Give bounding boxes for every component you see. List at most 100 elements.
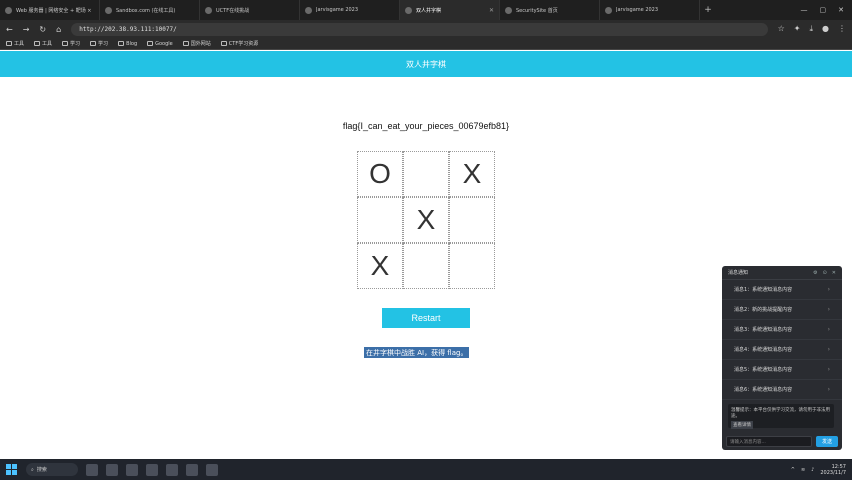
browser-tab[interactable]: Sandbox.com (在线工具)	[100, 0, 200, 20]
bookmark-folder[interactable]: 工具	[34, 40, 52, 47]
tab-title: SecuritySite 首页	[516, 7, 558, 14]
back-arrow-icon[interactable]: ←	[6, 25, 13, 34]
tab-title: Jarvisgame 2023	[616, 7, 659, 13]
profile-icon[interactable]: ●	[822, 24, 829, 34]
maximize-icon[interactable]: ▢	[820, 6, 827, 14]
taskbar: ⌕ 搜索 ^ ≋ ♪ 12:57 2023/11/7	[0, 459, 852, 480]
bookmark-folder[interactable]: 学习	[90, 40, 108, 47]
panel-list-item[interactable]: 消息3：系统通知消息内容 ›	[722, 320, 842, 340]
board-cell[interactable]: O	[357, 151, 403, 197]
menu-icon[interactable]: ⋮	[838, 24, 846, 34]
extensions-icon[interactable]: ✦	[794, 24, 801, 34]
bookmark-label: Blog	[126, 40, 138, 47]
browser-tab[interactable]: SecuritySite 首页	[500, 0, 600, 20]
page-title: 双人井字棋	[406, 59, 446, 69]
home-icon[interactable]: ⌂	[56, 25, 61, 34]
board-cell[interactable]	[403, 243, 449, 289]
tab-favicon-icon	[405, 6, 412, 14]
panel-title: 消息通知	[728, 270, 749, 276]
chevron-up-icon[interactable]: ^	[791, 467, 795, 473]
settings-icon[interactable]: ⚙	[813, 270, 817, 276]
clock[interactable]: 12:57 2023/11/7	[820, 464, 846, 476]
minimize-icon[interactable]: —	[801, 6, 808, 14]
notification-panel: 消息通知 ⚙ ⊙ ✕ 消息1：系统通知消息内容 › 消息2：新的挑战提醒内容 › 消…	[722, 266, 842, 450]
chevron-right-icon: ›	[827, 326, 830, 333]
taskbar-search[interactable]: ⌕ 搜索	[26, 463, 78, 476]
board-cell[interactable]: X	[449, 151, 495, 197]
google-icon	[147, 41, 154, 46]
panel-item-label: 消息4：系统通知消息内容	[734, 347, 793, 353]
board-cell[interactable]	[403, 151, 449, 197]
panel-list-item[interactable]: 消息2：新的挑战提醒内容 ›	[722, 300, 842, 320]
bookmark-folder[interactable]: 学习	[62, 40, 80, 47]
browser-tab[interactable]: Jarvisgame 2023	[600, 0, 700, 20]
bookmark-folder[interactable]: 工具	[6, 40, 24, 47]
browser-app-icon[interactable]	[126, 463, 138, 476]
bookmark-label: CTF学习资源	[228, 41, 259, 47]
folder-icon	[90, 41, 97, 46]
volume-icon[interactable]: ♪	[811, 467, 814, 473]
window-controls: — ▢ ✕	[801, 6, 852, 14]
browser-tab-active[interactable]: 双人井字棋 ✕	[400, 0, 500, 20]
tab-title: Sandbox.com (在线工具)	[116, 7, 176, 14]
browser-tab[interactable]: Jarvisgame 2023	[300, 0, 400, 20]
file-explorer-icon[interactable]	[106, 463, 118, 476]
folder-icon	[118, 41, 125, 46]
board-cell[interactable]	[357, 197, 403, 243]
panel-list-item[interactable]: 消息6：系统通知消息内容 ›	[722, 380, 842, 400]
panel-item-label: 消息6：系统通知消息内容	[734, 387, 793, 393]
reload-icon[interactable]: ↻	[39, 25, 46, 34]
message-input[interactable]: 请输入消息内容...	[726, 436, 812, 447]
panel-list-item[interactable]: 消息1：系统通知消息内容 ›	[722, 280, 842, 300]
tic-tac-toe-board: O X X X	[357, 151, 495, 289]
send-button[interactable]: 发送	[816, 436, 838, 447]
chevron-right-icon: ›	[827, 386, 830, 393]
flag-text: flag{I_can_eat_your_pieces_00679efb81}	[342, 121, 510, 131]
chevron-right-icon: ›	[827, 346, 830, 353]
bookmark-label: 学习	[70, 41, 81, 47]
app-icon[interactable]	[186, 463, 198, 476]
download-icon[interactable]: ⤓	[809, 24, 813, 34]
pin-icon[interactable]: ⊙	[823, 270, 827, 276]
close-icon[interactable]: ✕	[832, 270, 836, 276]
task-view-icon[interactable]	[86, 463, 98, 476]
bookmark-link[interactable]: Google	[147, 41, 173, 47]
tab-title: Jarvisgame 2023	[316, 7, 359, 13]
star-icon[interactable]: ☆	[778, 24, 785, 34]
chevron-right-icon: ›	[827, 286, 830, 293]
panel-note: 温馨提示：本平台仅供学习交流，请勿用于非法用途。 查看详情	[728, 404, 834, 429]
board-cell[interactable]	[449, 243, 495, 289]
wifi-icon[interactable]: ≋	[801, 467, 805, 473]
url-input[interactable]: http://202.38.93.111:10077/	[71, 22, 768, 36]
new-tab-button[interactable]: +	[700, 5, 716, 15]
app-icon[interactable]	[206, 463, 218, 476]
panel-item-label: 消息1：系统通知消息内容	[734, 287, 793, 293]
bookmark-label: 工具	[42, 41, 53, 47]
panel-note-tag[interactable]: 查看详情	[731, 421, 753, 429]
bookmark-folder[interactable]: Blog	[118, 41, 137, 47]
forward-arrow-icon[interactable]: →	[23, 25, 30, 34]
browser-tab[interactable]: Web 服务器 | 网络安全 + 靶场 ×	[0, 0, 100, 20]
system-tray: ^ ≋ ♪ 12:57 2023/11/7	[791, 464, 846, 476]
restart-button[interactable]: Restart	[382, 308, 470, 328]
app-icon[interactable]	[146, 463, 158, 476]
tab-title: Web 服务器 | 网络安全 + 靶场 ×	[16, 7, 92, 14]
bookmark-label: 工具	[14, 41, 25, 47]
start-button-icon[interactable]	[6, 463, 18, 476]
board-cell[interactable]: X	[357, 243, 403, 289]
browser-tab[interactable]: UCTF在线挑战	[200, 0, 300, 20]
bookmarks-bar: 工具 工具 学习 学习 Blog Google 国外网站 CTF学习资源	[0, 38, 852, 50]
panel-list-item[interactable]: 消息4：系统通知消息内容 ›	[722, 340, 842, 360]
bookmark-label: Google	[155, 40, 173, 47]
tab-favicon-icon	[205, 6, 212, 14]
board-cell[interactable]	[449, 197, 495, 243]
bookmark-folder[interactable]: CTF学习资源	[220, 40, 259, 47]
close-window-icon[interactable]: ✕	[838, 6, 844, 14]
folder-icon	[220, 41, 227, 46]
panel-list-item[interactable]: 消息5：系统通知消息内容 ›	[722, 360, 842, 380]
bookmark-folder[interactable]: 国外网站	[182, 40, 211, 47]
close-tab-icon[interactable]: ✕	[489, 7, 494, 14]
app-icon[interactable]	[166, 463, 178, 476]
board-cell[interactable]: X	[403, 197, 449, 243]
chevron-right-icon: ›	[827, 366, 830, 373]
